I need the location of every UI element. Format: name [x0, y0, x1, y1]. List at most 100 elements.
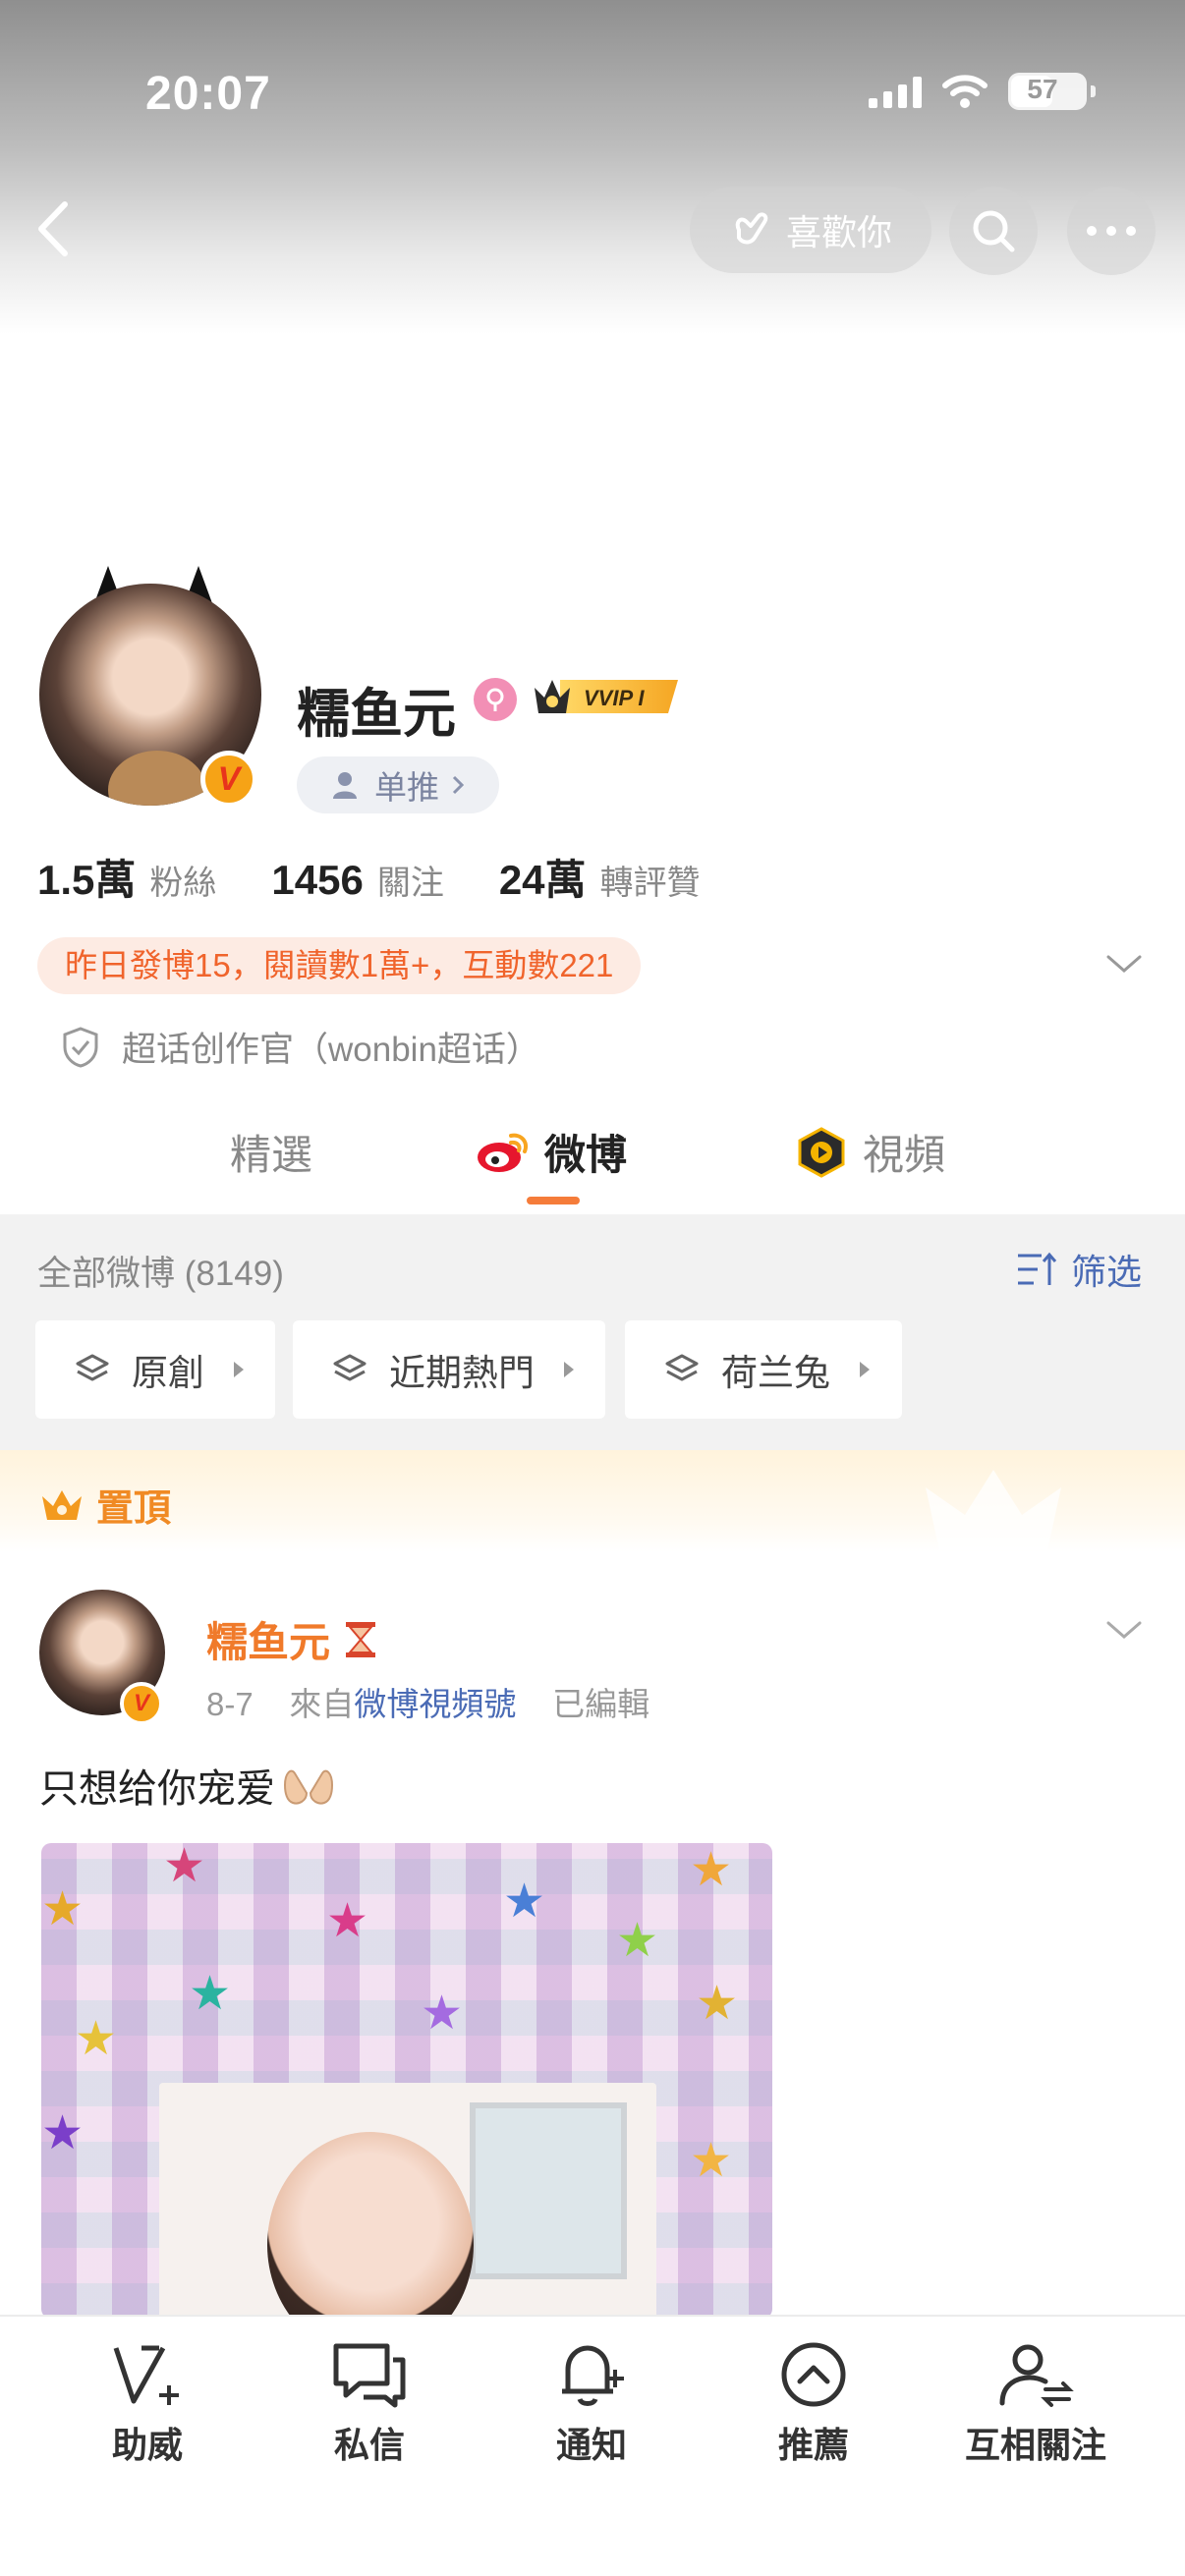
- post-date: 8-7: [206, 1686, 254, 1722]
- search-button[interactable]: [949, 187, 1038, 275]
- stat-fans[interactable]: 1.5萬 粉絲: [37, 847, 216, 907]
- mutual-follow-icon: [999, 2344, 1074, 2407]
- chip-netherland-rabbit[interactable]: 荷兰兔: [625, 1320, 902, 1419]
- tab-label: 精選: [230, 1132, 313, 1178]
- caret-right-icon: [564, 1362, 574, 1377]
- stat-following[interactable]: 1456 關注: [271, 856, 443, 904]
- back-button[interactable]: [29, 196, 79, 261]
- post-meta: 8-7 來自微博視頻號 已編輯: [206, 1678, 649, 1725]
- star-sticker-icon: ★: [690, 1844, 733, 1896]
- recommend-label: 推薦: [777, 2425, 849, 2465]
- post-source-link[interactable]: 微博視頻號: [354, 1686, 516, 1722]
- signal-icon: [869, 75, 922, 108]
- profile-name: 糯鱼元: [297, 685, 456, 744]
- hourglass-icon: [346, 1621, 376, 1657]
- video-photo: [159, 2083, 656, 2319]
- wifi-icon: [942, 75, 988, 108]
- chevron-right-icon: [452, 775, 465, 795]
- layers-icon: [333, 1354, 367, 1381]
- stat-value: 1.5萬: [37, 857, 137, 903]
- star-sticker-icon: ★: [326, 1895, 369, 1947]
- messages-button[interactable]: 私信: [271, 2340, 468, 2468]
- shield-check-icon: [63, 1026, 98, 1068]
- pinned-banner: 置頂: [0, 1450, 1185, 1552]
- post-menu-chevron-icon[interactable]: [1104, 1615, 1144, 1645]
- profile-stats: 1.5萬 粉絲 1456 關注 24萬 轉評贊: [37, 847, 756, 907]
- crown-icon: [42, 1489, 82, 1520]
- tab-featured[interactable]: 精選: [230, 1122, 312, 1182]
- vvip-label: VVIP I: [584, 686, 645, 710]
- hand-heart-icon: [735, 212, 768, 245]
- chip-original[interactable]: 原創: [35, 1320, 275, 1419]
- caret-right-icon: [234, 1362, 244, 1377]
- stat-label: 關注: [376, 865, 444, 902]
- stat-label: 轉評贊: [599, 865, 701, 902]
- star-sticker-icon: ★: [41, 2107, 85, 2159]
- mutual-follow-label: 互相關注: [964, 2425, 1106, 2465]
- star-sticker-icon: ★: [189, 1968, 232, 2020]
- bell-icon: [562, 2345, 624, 2406]
- person-icon: [333, 772, 357, 799]
- bottom-action-bar: 助威 私信 通知 推薦 互相關注: [0, 2315, 1185, 2576]
- vvip-badge[interactable]: VVIP I: [531, 674, 688, 719]
- chip-recent-hot[interactable]: 近期熱門: [293, 1320, 605, 1419]
- supertopic-label: 超话创作官（wonbin超话）: [122, 1031, 540, 1069]
- post-from-prefix: 來自: [289, 1686, 355, 1722]
- recommend-icon: [781, 2342, 846, 2407]
- notifications-button[interactable]: 通知: [493, 2340, 690, 2468]
- female-icon: [474, 678, 517, 721]
- post-video-thumbnail[interactable]: ★ ★ ★ ★ ★ ★ ★ ★ ★ ★ ★ ★: [41, 1843, 772, 2319]
- stat-label: 粉絲: [149, 865, 217, 902]
- stat-value: 24萬: [498, 857, 587, 903]
- tab-label: 微博: [544, 1132, 628, 1178]
- verified-badge: V: [200, 751, 257, 808]
- star-sticker-icon: ★: [421, 1988, 464, 2040]
- profile-avatar[interactable]: V: [35, 560, 271, 815]
- star-sticker-icon: ★: [616, 1915, 659, 1967]
- more-button[interactable]: [1067, 187, 1156, 275]
- messages-label: 私信: [333, 2425, 405, 2465]
- supertopic-title[interactable]: 超话创作官（wonbin超话）: [61, 1022, 540, 1072]
- star-sticker-icon: ★: [690, 2135, 733, 2187]
- notifications-label: 通知: [555, 2425, 627, 2465]
- mutual-follow-button[interactable]: 互相關注: [937, 2340, 1134, 2468]
- chip-label: 原創: [132, 1353, 204, 1393]
- danpin-button[interactable]: 单推: [297, 756, 499, 813]
- recommend-button[interactable]: 推薦: [715, 2340, 912, 2468]
- open-hands-emoji-icon: [283, 1769, 334, 1805]
- star-sticker-icon: ★: [503, 1876, 546, 1928]
- star-sticker-icon: ★: [75, 2013, 118, 2065]
- layers-icon: [665, 1354, 699, 1381]
- filter-icon: [1017, 1252, 1057, 1285]
- expand-chevron-icon[interactable]: [1104, 949, 1144, 979]
- pinned-label-row: 置頂: [39, 1478, 171, 1532]
- all-weibo-count: 全部微博 (8149): [37, 1255, 284, 1293]
- activity-summary[interactable]: 昨日發博15，閱讀數1萬+，互動數221: [37, 937, 642, 994]
- layers-icon: [76, 1354, 109, 1381]
- danpin-label: 单推: [374, 769, 439, 806]
- tab-video[interactable]: 視頻: [794, 1122, 945, 1182]
- status-time: 20:07: [145, 68, 271, 120]
- filter-label: 筛选: [1070, 1252, 1142, 1292]
- tab-weibo[interactable]: 微博: [476, 1122, 627, 1182]
- battery-icon: 57: [1008, 73, 1096, 110]
- post-text: 只想给你宠爱: [39, 1767, 275, 1811]
- cheer-icon: [113, 2345, 179, 2405]
- post-edited-label[interactable]: 已編輯: [552, 1686, 649, 1722]
- stat-value: 1456: [271, 857, 364, 903]
- active-tab-indicator: [527, 1197, 580, 1204]
- like-you-button[interactable]: 喜歡你: [690, 187, 931, 273]
- star-sticker-icon: ★: [163, 1843, 206, 1892]
- star-sticker-icon: ★: [696, 1978, 739, 2030]
- battery-level: 57: [1027, 74, 1058, 104]
- cheer-button[interactable]: 助威: [49, 2340, 246, 2468]
- post-verified-badge: V: [120, 1682, 163, 1725]
- stat-interactions[interactable]: 24萬 轉評贊: [499, 847, 701, 907]
- filter-button[interactable]: 筛选: [1016, 1244, 1142, 1295]
- post-author-row[interactable]: 糯鱼元: [206, 1609, 377, 1669]
- feed-filter-area: 全部微博 (8149) 筛选 原創 近期熱門 荷兰兔: [0, 1214, 1185, 1450]
- post-author-name: 糯鱼元: [206, 1619, 331, 1665]
- tab-label: 視頻: [863, 1132, 946, 1178]
- star-sticker-icon: ★: [41, 1883, 85, 1935]
- post-text-row: 只想给你宠爱: [39, 1757, 336, 1814]
